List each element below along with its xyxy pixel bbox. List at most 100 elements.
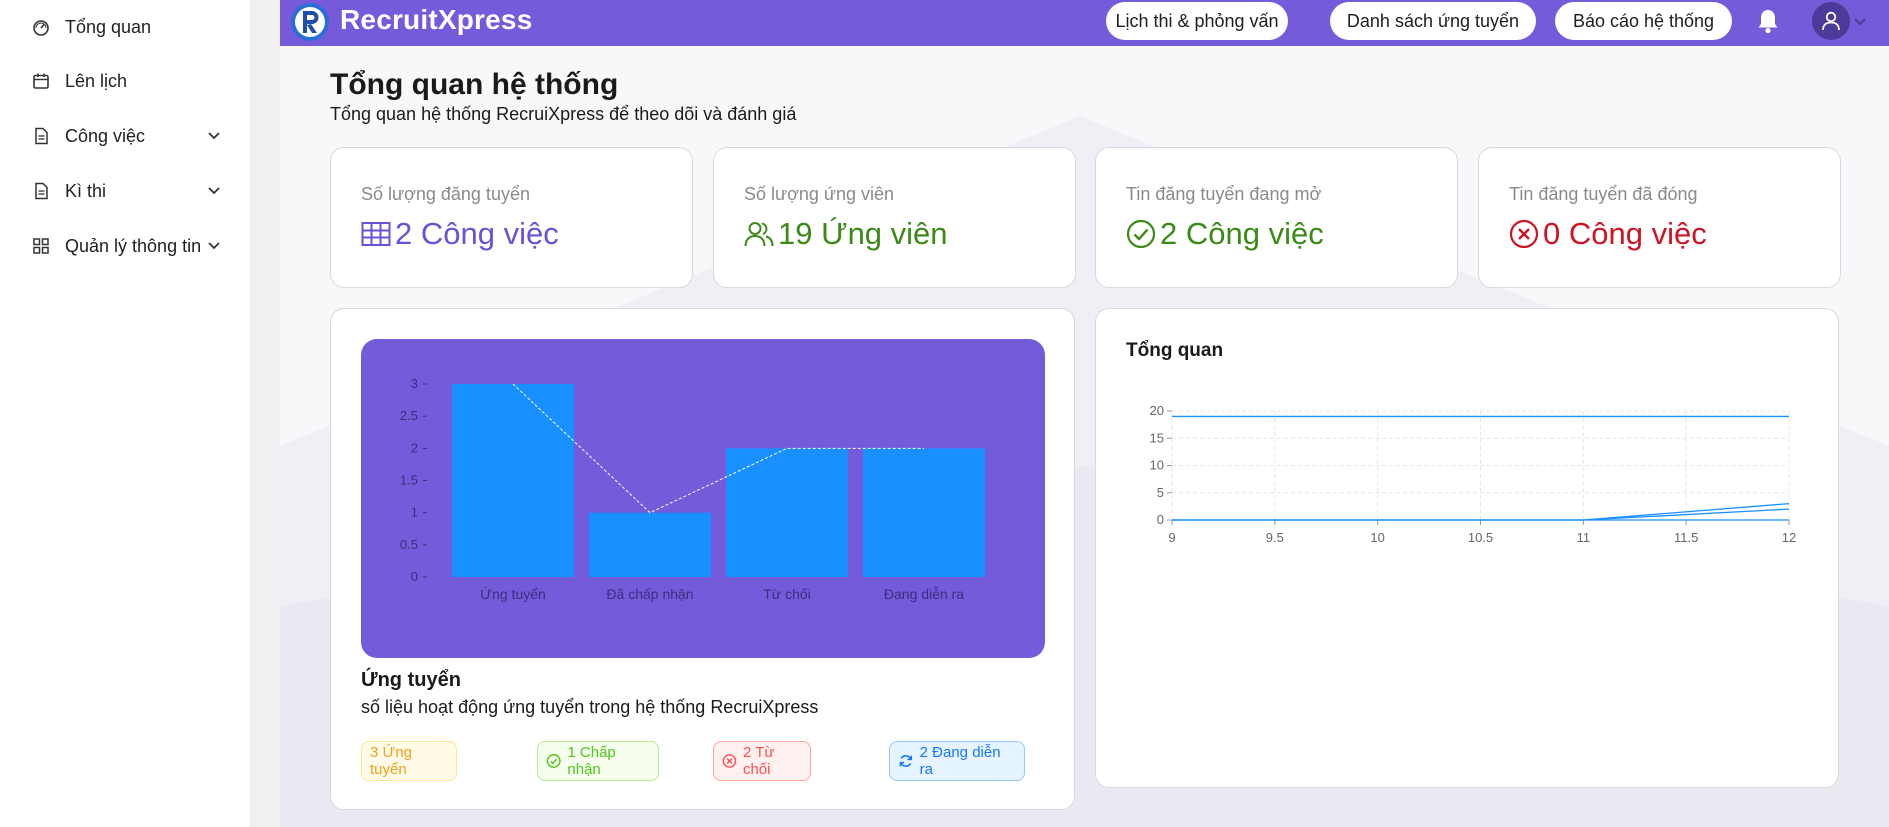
card-title: Tổng quan	[1126, 340, 1224, 361]
tag-label: 2 Đang diễn ra	[919, 744, 1001, 778]
stat-label: Tin đăng tuyển đang mở	[1126, 184, 1322, 204]
x-tick-label: 10.5	[1468, 530, 1493, 545]
tag-accepted[interactable]: 1 Chấp nhận	[537, 741, 659, 781]
y-tick-label: 2	[411, 440, 418, 455]
user-avatar[interactable]	[1812, 2, 1850, 40]
y-tick-label: 0	[411, 569, 418, 584]
y-tick-label: 0	[1157, 512, 1164, 527]
y-tick-label: 2.5	[400, 408, 418, 423]
stat-card-job-postings: Số lượng đăng tuyển 2 Công việc	[330, 147, 693, 288]
brand-name: RecruitXpress	[340, 4, 533, 35]
top-navbar: RecruitXpress Lịch thi & phỏng vấn Danh …	[280, 0, 1889, 46]
check-circle-icon	[546, 754, 561, 768]
stat-card-candidates: Số lượng ứng viên 19 Ứng viên	[713, 147, 1076, 288]
x-tick-label: 11.5	[1674, 530, 1698, 545]
chevron-down-icon	[204, 235, 224, 255]
sidebar-item-exams[interactable]: Kì thi	[30, 176, 230, 206]
y-tick-label: 3	[411, 376, 418, 391]
tag-label: 2 Từ chối	[742, 744, 775, 778]
grid-icon	[30, 235, 52, 257]
sidebar-item-label: Kì thi	[65, 180, 107, 201]
stat-card-open-postings: Tin đăng tuyển đang mở 2 Công việc	[1095, 147, 1458, 288]
x-tick-label: Ứng tuyển	[480, 586, 546, 602]
tag-label: 3 Ứng tuyển	[370, 744, 413, 778]
chevron-down-icon	[204, 180, 224, 200]
card-title: Ứng tuyển	[361, 669, 461, 691]
stat-value-text: 2 Công việc	[395, 216, 559, 251]
sidebar-item-label: Quản lý thông tin	[65, 235, 202, 256]
y-tick-label: 1.5	[400, 473, 418, 488]
bar	[863, 448, 985, 577]
chevron-down-icon	[204, 125, 224, 145]
application-bar-chart: 0 0.5 1 1.5 2 2.5 3 Ứng tuyển Đã chấp nhận Từ chố…	[361, 339, 1045, 658]
sidebar: Tổng quan Lên lịch Công việc Kì thi Quản…	[0, 0, 250, 827]
sidebar-item-overview[interactable]: Tổng quan	[30, 12, 230, 42]
logo[interactable]	[290, 2, 330, 42]
y-tick-label: 1	[411, 505, 418, 520]
page-subtitle: Tổng quan hệ thống RecruiXpress để theo …	[330, 104, 797, 124]
check-circle-icon	[1126, 219, 1156, 249]
close-circle-icon	[1509, 219, 1539, 249]
bar-chart-svg: 0 0.5 1 1.5 2 2.5 3 Ứng tuyển Đã chấp nhận Từ chố…	[400, 376, 985, 602]
calendar-icon	[30, 70, 52, 92]
y-tick-label: 0.5	[400, 537, 418, 552]
y-tick-label: 10	[1150, 458, 1164, 473]
page-title: Tổng quan hệ thống	[330, 68, 619, 101]
bell-icon[interactable]	[1755, 7, 1781, 35]
sidebar-gutter	[250, 0, 280, 827]
nav-system-report[interactable]: Báo cáo hệ thống	[1555, 2, 1732, 40]
tag-in-progress[interactable]: 2 Đang diễn ra	[889, 741, 1025, 781]
nav-applications-list[interactable]: Danh sách ứng tuyển	[1330, 2, 1536, 40]
document-icon	[30, 180, 52, 202]
sidebar-item-schedule[interactable]: Lên lịch	[30, 66, 230, 96]
stat-value: 0 Công việc	[1509, 216, 1707, 252]
sidebar-item-label: Lên lịch	[65, 70, 128, 91]
card-subtitle: số liệu hoạt động ứng tuyển trong hệ thố…	[361, 697, 819, 717]
document-icon	[30, 125, 52, 147]
tag-applied[interactable]: 3 Ứng tuyển	[361, 741, 457, 781]
overview-line-chart: 0 5 10 15 20 9 9.5 10 10.5 11 11.5 12	[1150, 403, 1797, 545]
dashboard-icon	[30, 16, 52, 38]
x-tick-label: 9.5	[1266, 530, 1284, 545]
stat-value-text: 2 Công việc	[1160, 216, 1324, 251]
stat-value: 2 Công việc	[361, 216, 559, 252]
y-tick-label: 5	[1157, 485, 1164, 500]
stat-card-closed-postings: Tin đăng tuyển đã đóng 0 Công việc	[1478, 147, 1841, 288]
sidebar-item-info-management[interactable]: Quản lý thông tin	[30, 231, 230, 261]
x-tick-label: Từ chối	[763, 586, 811, 602]
user-icon	[1822, 11, 1840, 31]
stat-value: 19 Ứng viên	[744, 216, 948, 252]
nav-exam-schedule[interactable]: Lịch thi & phỏng vấn	[1106, 2, 1288, 40]
x-tick-label: 10	[1370, 530, 1384, 545]
users-icon	[744, 222, 774, 247]
stat-label: Tin đăng tuyển đã đóng	[1509, 184, 1698, 204]
tag-label: 1 Chấp nhận	[567, 744, 616, 778]
sidebar-item-label: Tổng quan	[65, 16, 152, 37]
y-tick-label: 15	[1150, 430, 1164, 445]
application-card: 0 0.5 1 1.5 2 2.5 3 Ứng tuyển Đã chấp nhận Từ chố…	[330, 308, 1075, 810]
tag-rejected[interactable]: 2 Từ chối	[713, 741, 811, 781]
trend-line	[512, 383, 924, 514]
x-tick-label: 12	[1782, 530, 1796, 545]
stat-label: Số lượng đăng tuyển	[361, 184, 530, 204]
close-circle-icon	[722, 754, 737, 768]
x-tick-label: 11	[1577, 530, 1591, 545]
stat-value-text: 19 Ứng viên	[778, 216, 948, 251]
stat-label: Số lượng ứng viên	[744, 184, 894, 204]
x-tick-label: Đã chấp nhận	[606, 586, 693, 602]
bar	[452, 384, 574, 577]
bar	[589, 512, 711, 577]
chevron-down-icon[interactable]	[1853, 14, 1867, 28]
x-tick-label: 9	[1168, 530, 1175, 545]
y-tick-label: 20	[1150, 403, 1164, 418]
sync-icon	[899, 755, 912, 767]
bar	[726, 448, 848, 577]
overview-card: Tổng quan 0 5 10 15 20 9 9.5 10 10.5 11 11.5 12	[1095, 308, 1839, 788]
sidebar-item-jobs[interactable]: Công việc	[30, 121, 230, 151]
x-tick-label: Đang diễn ra	[884, 586, 964, 602]
stat-value-text: 0 Công việc	[1543, 216, 1707, 251]
table-icon	[361, 222, 391, 246]
main-content: Tổng quan hệ thống Tổng quan hệ thống Re…	[280, 46, 1889, 827]
stat-value: 2 Công việc	[1126, 216, 1324, 252]
sidebar-item-label: Công việc	[65, 125, 146, 146]
